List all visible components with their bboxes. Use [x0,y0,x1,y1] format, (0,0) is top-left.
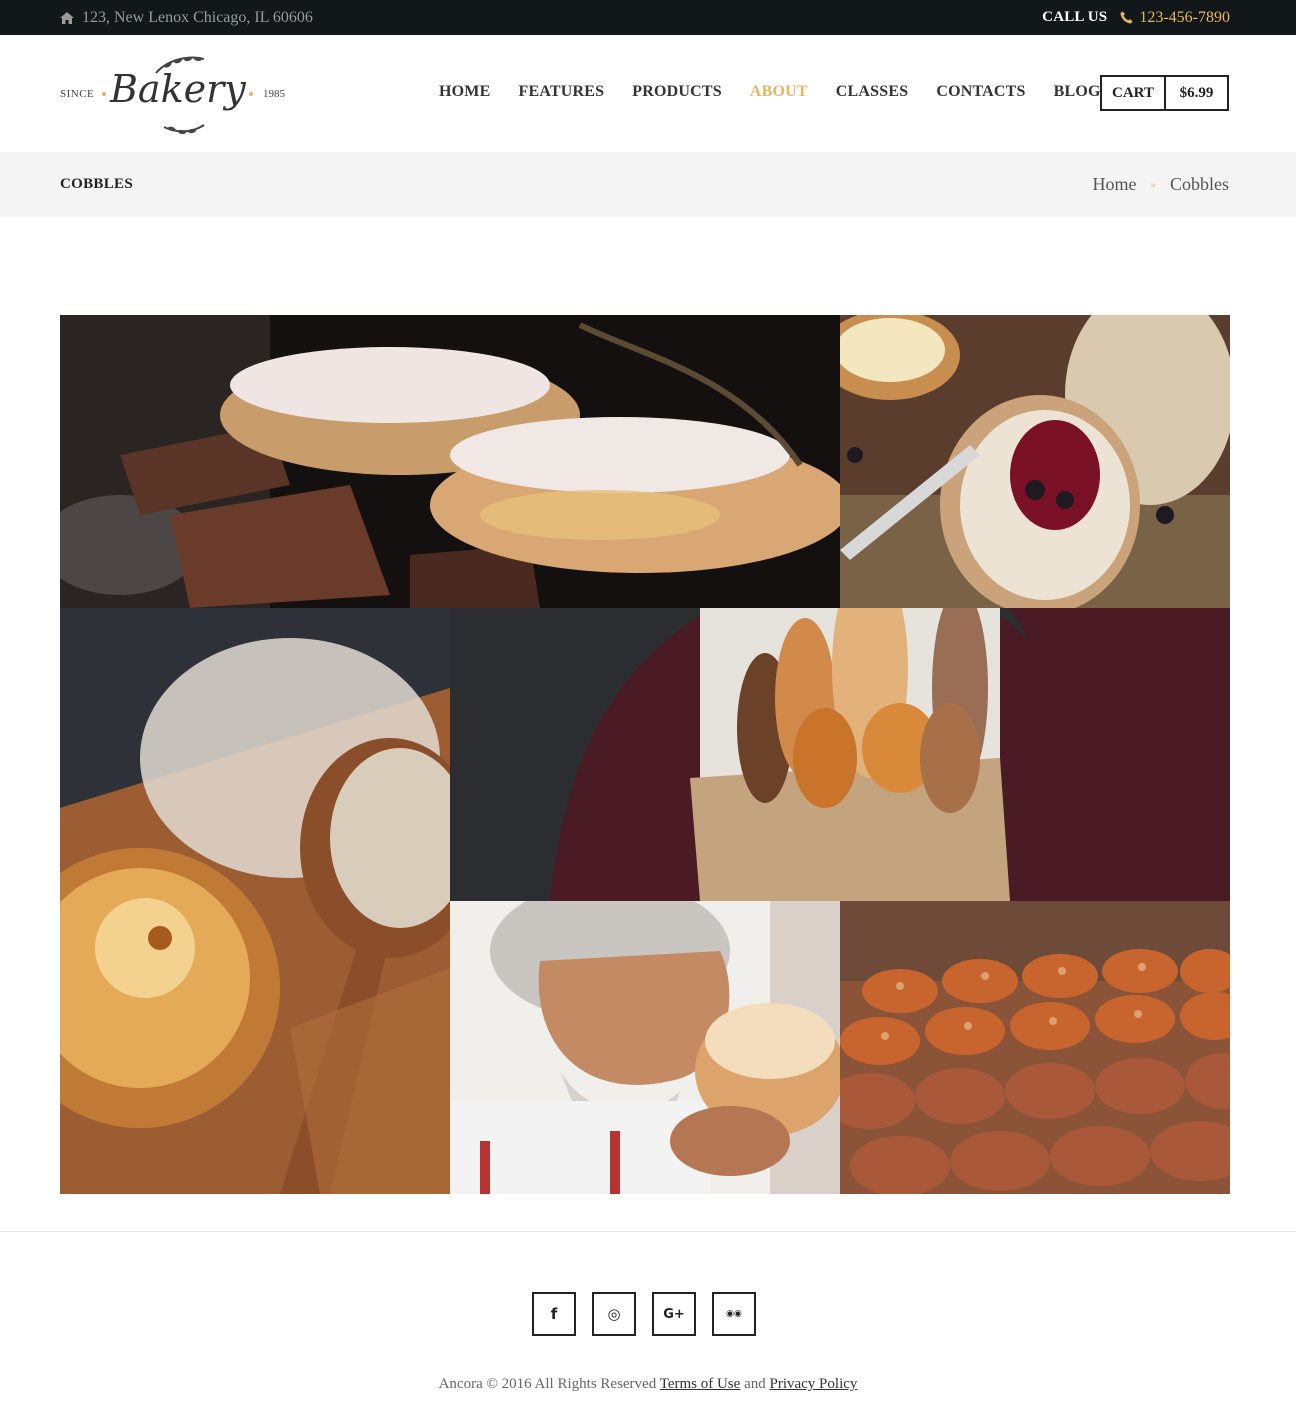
call-us-label: CALL US [1042,9,1108,25]
gallery-image-eclairs[interactable] [60,315,840,608]
cart-label: CART [1102,77,1166,109]
logo-since: SINCE [60,88,95,100]
logo-dot [102,92,106,96]
footer-divider [0,1231,1296,1232]
facebook-button[interactable]: f [532,1292,576,1336]
main-nav: HOME FEATURES PRODUCTS ABOUT CLASSES CON… [439,81,1129,103]
logo-wordmark: Bakery [110,67,246,111]
logo-year: 1985 [263,88,285,100]
page-title: COBBLES [60,176,133,192]
phone-icon [1120,11,1133,24]
privacy-link[interactable]: Privacy Policy [769,1376,857,1392]
copyright-text: Ancora © 2016 All Rights Reserved [438,1376,657,1392]
nav-classes[interactable]: CLASSES [836,83,909,101]
gallery-image-baguettes[interactable] [840,901,1230,1194]
instagram-icon: ◎ [607,1305,621,1323]
terms-link[interactable]: Terms of Use [660,1376,741,1392]
cart-amount: $6.99 [1179,84,1214,101]
address-text: 123, New Lenox Chicago, IL 60606 [82,8,313,26]
instagram-button[interactable]: ◎ [592,1292,636,1336]
gallery-image-baker[interactable] [450,901,840,1194]
nav-contacts[interactable]: CONTACTS [936,83,1025,101]
page-title-bar: COBBLES Home » Cobbles [0,152,1296,217]
nav-products[interactable]: PRODUCTS [632,83,722,101]
copyright-and: and [744,1376,766,1392]
gallery-image-bread-jam[interactable] [840,315,1230,608]
facebook-icon: f [550,1305,558,1323]
gallery-image-bread-bag[interactable] [450,608,1230,901]
google-plus-button[interactable]: G+ [652,1292,696,1336]
tripadvisor-icon: ◉◉ [726,1309,742,1319]
logo[interactable]: SINCE Bakery 1985 [60,55,290,135]
header: SINCE Bakery 1985 HOME FEATURES PRODUCTS… [0,35,1296,152]
breadcrumb-home[interactable]: Home [1092,174,1136,195]
tripadvisor-button[interactable]: ◉◉ [712,1292,756,1336]
address: 123, New Lenox Chicago, IL 60606 [60,0,313,35]
nav-features[interactable]: FEATURES [518,83,604,101]
nav-home[interactable]: HOME [439,83,490,101]
breadcrumb: Home » Cobbles [1092,152,1229,217]
nav-about[interactable]: ABOUT [750,83,808,101]
google-plus-icon: G+ [663,1306,685,1322]
cart-button[interactable]: CART $6.99 [1100,75,1229,111]
phone-link[interactable]: 123-456-7890 [1139,9,1230,27]
top-bar: 123, New Lenox Chicago, IL 60606 CALL US… [0,0,1296,35]
logo-dot [249,92,253,96]
home-icon [60,11,74,24]
call-us: CALL US 123-456-7890 [1042,0,1230,35]
social-links: f ◎ G+ ◉◉ [532,1292,756,1336]
nav-blog[interactable]: BLOG [1054,83,1101,101]
breadcrumb-current: Cobbles [1169,174,1229,194]
gallery-image-flour-board[interactable] [60,608,450,1194]
copyright: Ancora © 2016 All Rights Reserved Terms … [0,1376,1296,1393]
breadcrumb-separator-icon: » [1150,178,1156,191]
